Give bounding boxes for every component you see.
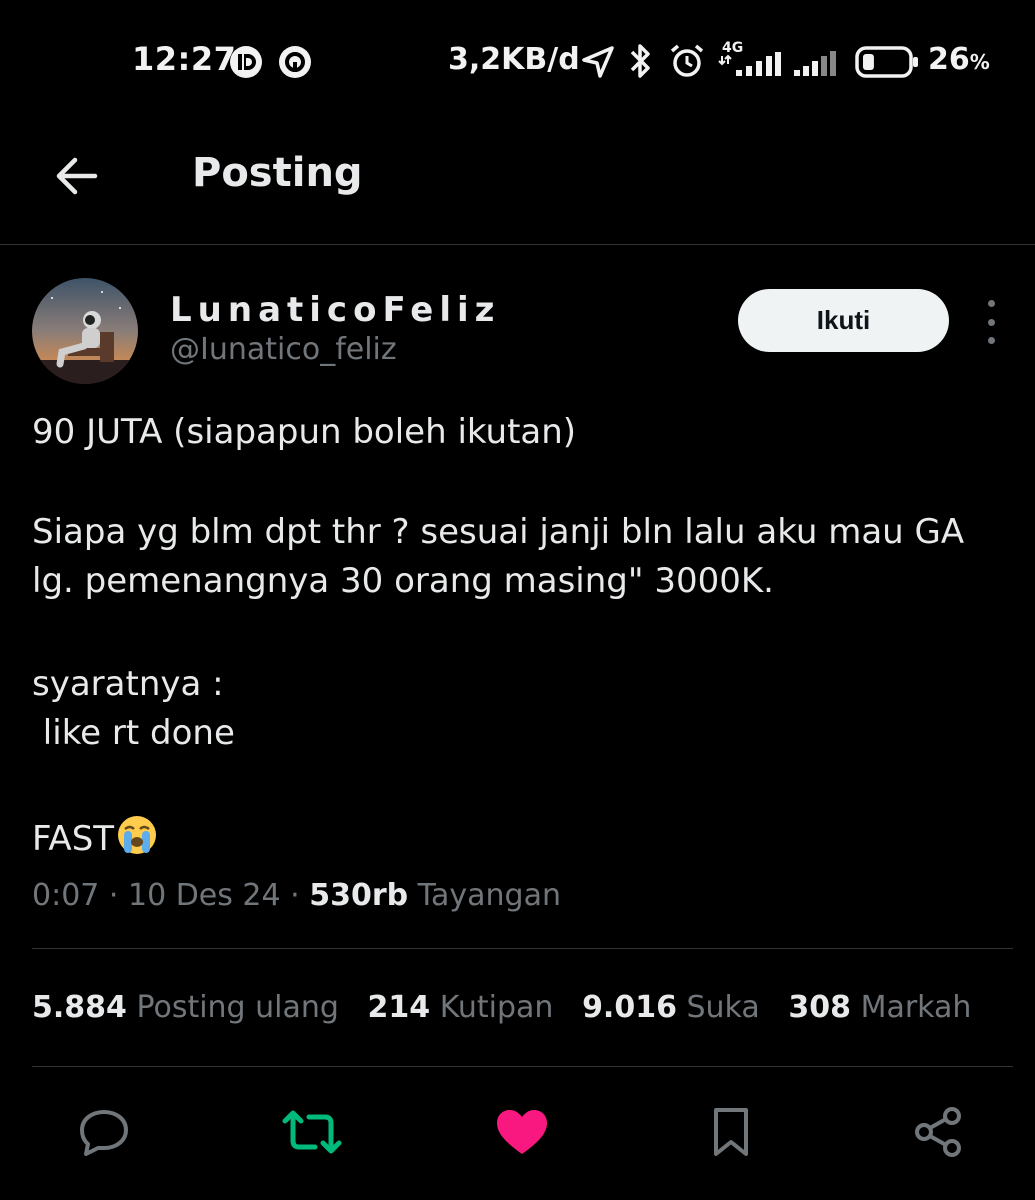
net-speed: 3,2KB/d bbox=[448, 42, 580, 77]
page-title: Posting bbox=[192, 150, 363, 196]
bookmark-icon bbox=[714, 1108, 748, 1156]
view-count[interactable]: 530rb bbox=[309, 878, 408, 913]
d-app-icon bbox=[230, 46, 262, 78]
tweet-text-line: Siapa yg blm dpt thr ? sesuai janji bln … bbox=[32, 512, 965, 552]
quote-stat[interactable]: 214 Kutipan bbox=[368, 990, 554, 1025]
display-name[interactable]: LunaticoFeliz bbox=[170, 290, 500, 330]
post-date: 10 Des 24 bbox=[127, 878, 281, 913]
astronaut-avatar-image bbox=[32, 278, 138, 384]
post-time: 0:07 bbox=[32, 878, 100, 913]
alarm-icon bbox=[670, 44, 704, 77]
user-handle[interactable]: @Iunatico_feliz bbox=[170, 332, 397, 367]
divider bbox=[32, 948, 1013, 949]
view-label[interactable]: Tayangan bbox=[408, 878, 561, 913]
header: Posting bbox=[0, 120, 1035, 245]
signal-icon bbox=[718, 52, 781, 76]
battery-icon bbox=[855, 46, 918, 78]
bluetooth-icon bbox=[630, 44, 650, 78]
location-icon bbox=[582, 46, 614, 78]
battery-percent: 26% bbox=[928, 42, 990, 77]
more-options-button[interactable] bbox=[976, 300, 1006, 344]
crying-face-emoji bbox=[118, 816, 157, 854]
reply-button[interactable] bbox=[72, 1100, 136, 1164]
tweet-text-line: syaratnya : bbox=[32, 664, 224, 704]
repost-icon bbox=[282, 1110, 342, 1154]
like-icon bbox=[497, 1110, 547, 1154]
divider bbox=[32, 1066, 1013, 1067]
engagement-stats: 5.884 Posting ulang 214 Kutipan 9.016 Su… bbox=[32, 990, 971, 1025]
tweet-text-line: 90 JUTA (siapapun boleh ikutan) bbox=[32, 412, 577, 452]
signal-icon-2 bbox=[794, 51, 836, 76]
bookmark-button[interactable] bbox=[699, 1100, 763, 1164]
share-icon bbox=[915, 1107, 961, 1157]
share-button[interactable] bbox=[906, 1100, 970, 1164]
arrow-left-icon bbox=[56, 157, 98, 195]
reply-icon bbox=[80, 1110, 128, 1156]
tweet-meta: 0:07 · 10 Des 24 · 530rb Tayangan bbox=[32, 878, 561, 913]
status-bar: 12:27 3,2KB/d 4G 26% bbox=[0, 0, 1035, 120]
follow-button[interactable]: Ikuti bbox=[738, 289, 949, 352]
tweet-text-line: FAST bbox=[32, 814, 158, 859]
tweet-text-line: lg. pemenangnya 30 orang masing" 3000K. bbox=[32, 561, 774, 601]
avatar[interactable] bbox=[32, 278, 138, 384]
circle-app-icon bbox=[279, 46, 311, 78]
like-stat[interactable]: 9.016 Suka bbox=[582, 990, 760, 1025]
tweet-text-line: like rt done bbox=[32, 713, 235, 753]
back-button[interactable] bbox=[48, 148, 104, 204]
bookmark-stat[interactable]: 308 Markah bbox=[788, 990, 971, 1025]
status-time: 12:27 bbox=[132, 40, 237, 78]
like-button[interactable] bbox=[490, 1100, 554, 1164]
repost-button[interactable] bbox=[280, 1100, 344, 1164]
more-vertical-icon bbox=[987, 300, 995, 307]
repost-stat[interactable]: 5.884 Posting ulang bbox=[32, 990, 339, 1025]
